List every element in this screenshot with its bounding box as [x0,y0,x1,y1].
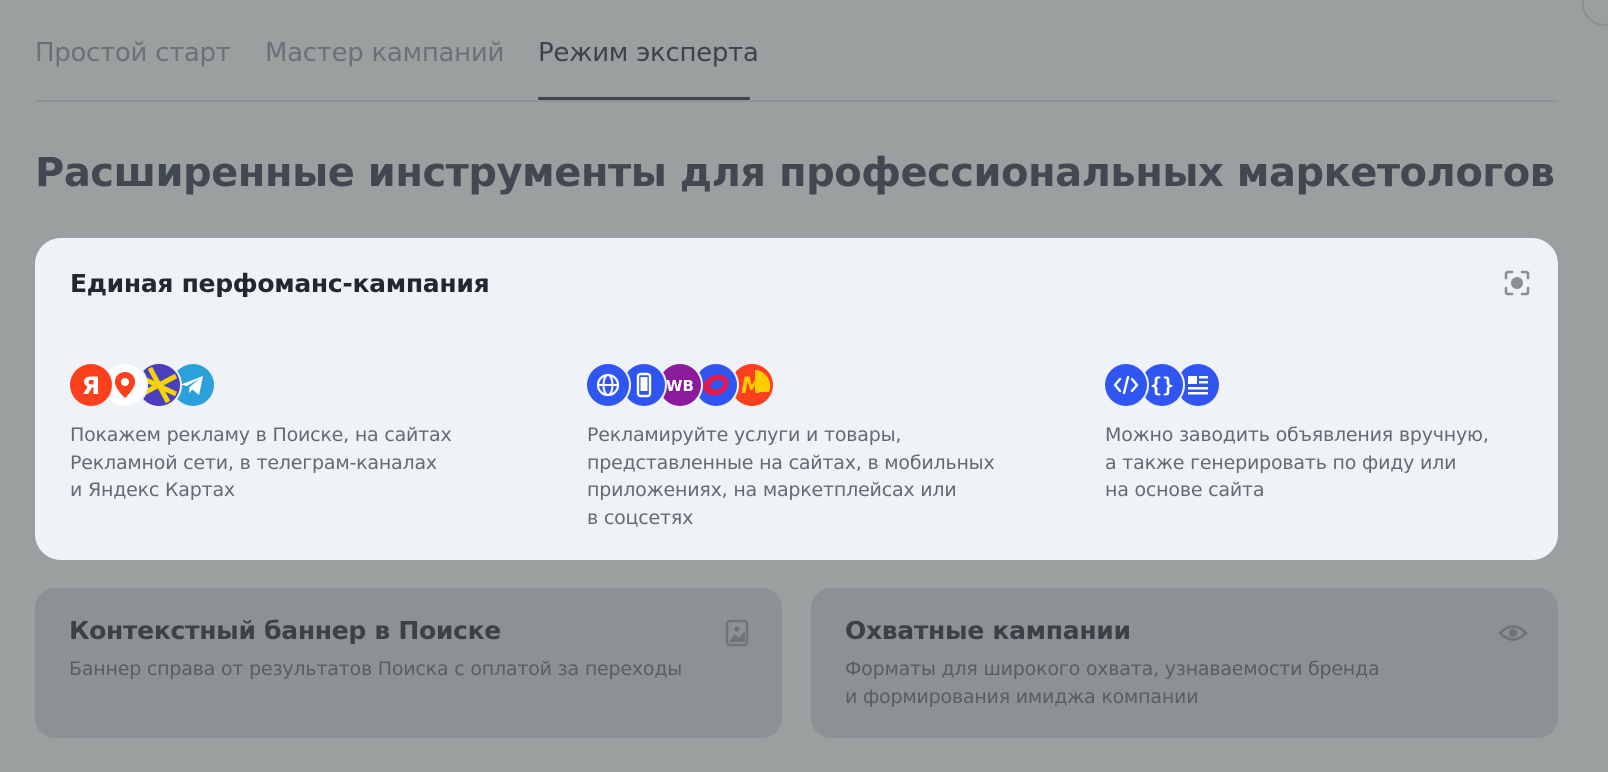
reach-campaigns-card[interactable]: Охватные кампании Форматы для широкого о… [811,588,1558,738]
svg-text:Я: Я [82,372,100,400]
marketplace-icon [695,364,737,406]
yandex-market-icon: M [731,364,773,406]
card-description: Баннер справа от результатов Поиска с оп… [69,658,683,680]
yandex-search-icon: Я [70,364,112,406]
svg-text:{}: {} [1150,373,1174,397]
fullscreen-icon[interactable] [1500,266,1534,300]
tab-campaign-wizard[interactable]: Мастер кампаний [265,38,504,68]
website-icon [587,364,629,406]
wildberries-icon: WB [659,364,701,406]
target-icons: WB M [587,364,1007,406]
targets-description: Рекламируйте услуги и товары, представле… [587,424,995,529]
ad-creation-column: {} Можно заводить объявления вручную, а … [1105,364,1525,505]
placements-description: Покажем рекламу в Поиске, на сайтах Рекл… [70,424,452,501]
svg-text:WB: WB [666,377,694,395]
creation-description: Можно заводить объявления вручную, а так… [1105,424,1489,501]
card-title: Единая перфоманс-кампания [70,269,490,298]
card-description: Форматы для широкого охвата, узнаваемост… [845,658,1380,708]
close-button[interactable] [1582,0,1608,26]
code-icon [1105,364,1147,406]
feed-braces-icon: {} [1141,364,1183,406]
site-content-icon [1177,364,1219,406]
card-title: Охватные кампании [845,616,1131,645]
image-icon [722,618,752,648]
placement-icons: Я [70,364,490,406]
tab-simple-start[interactable]: Простой старт [35,38,231,68]
active-tab-indicator [538,97,750,100]
svg-text:M: M [741,374,763,399]
placements-column: Я Покажем рекламу в Поиске, на сайтах Ре… [70,364,490,505]
promotion-targets-column: WB M Рекламируйте услуги и товары, предс… [587,364,1007,532]
campaign-mode-tabs: Простой старт Мастер кампаний Режим эксп… [35,0,1558,102]
context-banner-card[interactable]: Контекстный баннер в Поиске Баннер справ… [35,588,782,738]
unified-performance-campaign-card[interactable]: Единая перфоманс-кампания Я Покажем рекл… [35,238,1558,560]
page-title: Расширенные инструменты для профессионал… [35,150,1555,196]
eye-icon [1498,618,1528,648]
tab-expert-mode[interactable]: Режим эксперта [538,38,759,68]
card-title: Контекстный баннер в Поиске [69,616,501,645]
creation-icons: {} [1105,364,1525,406]
mobile-app-icon [623,364,665,406]
